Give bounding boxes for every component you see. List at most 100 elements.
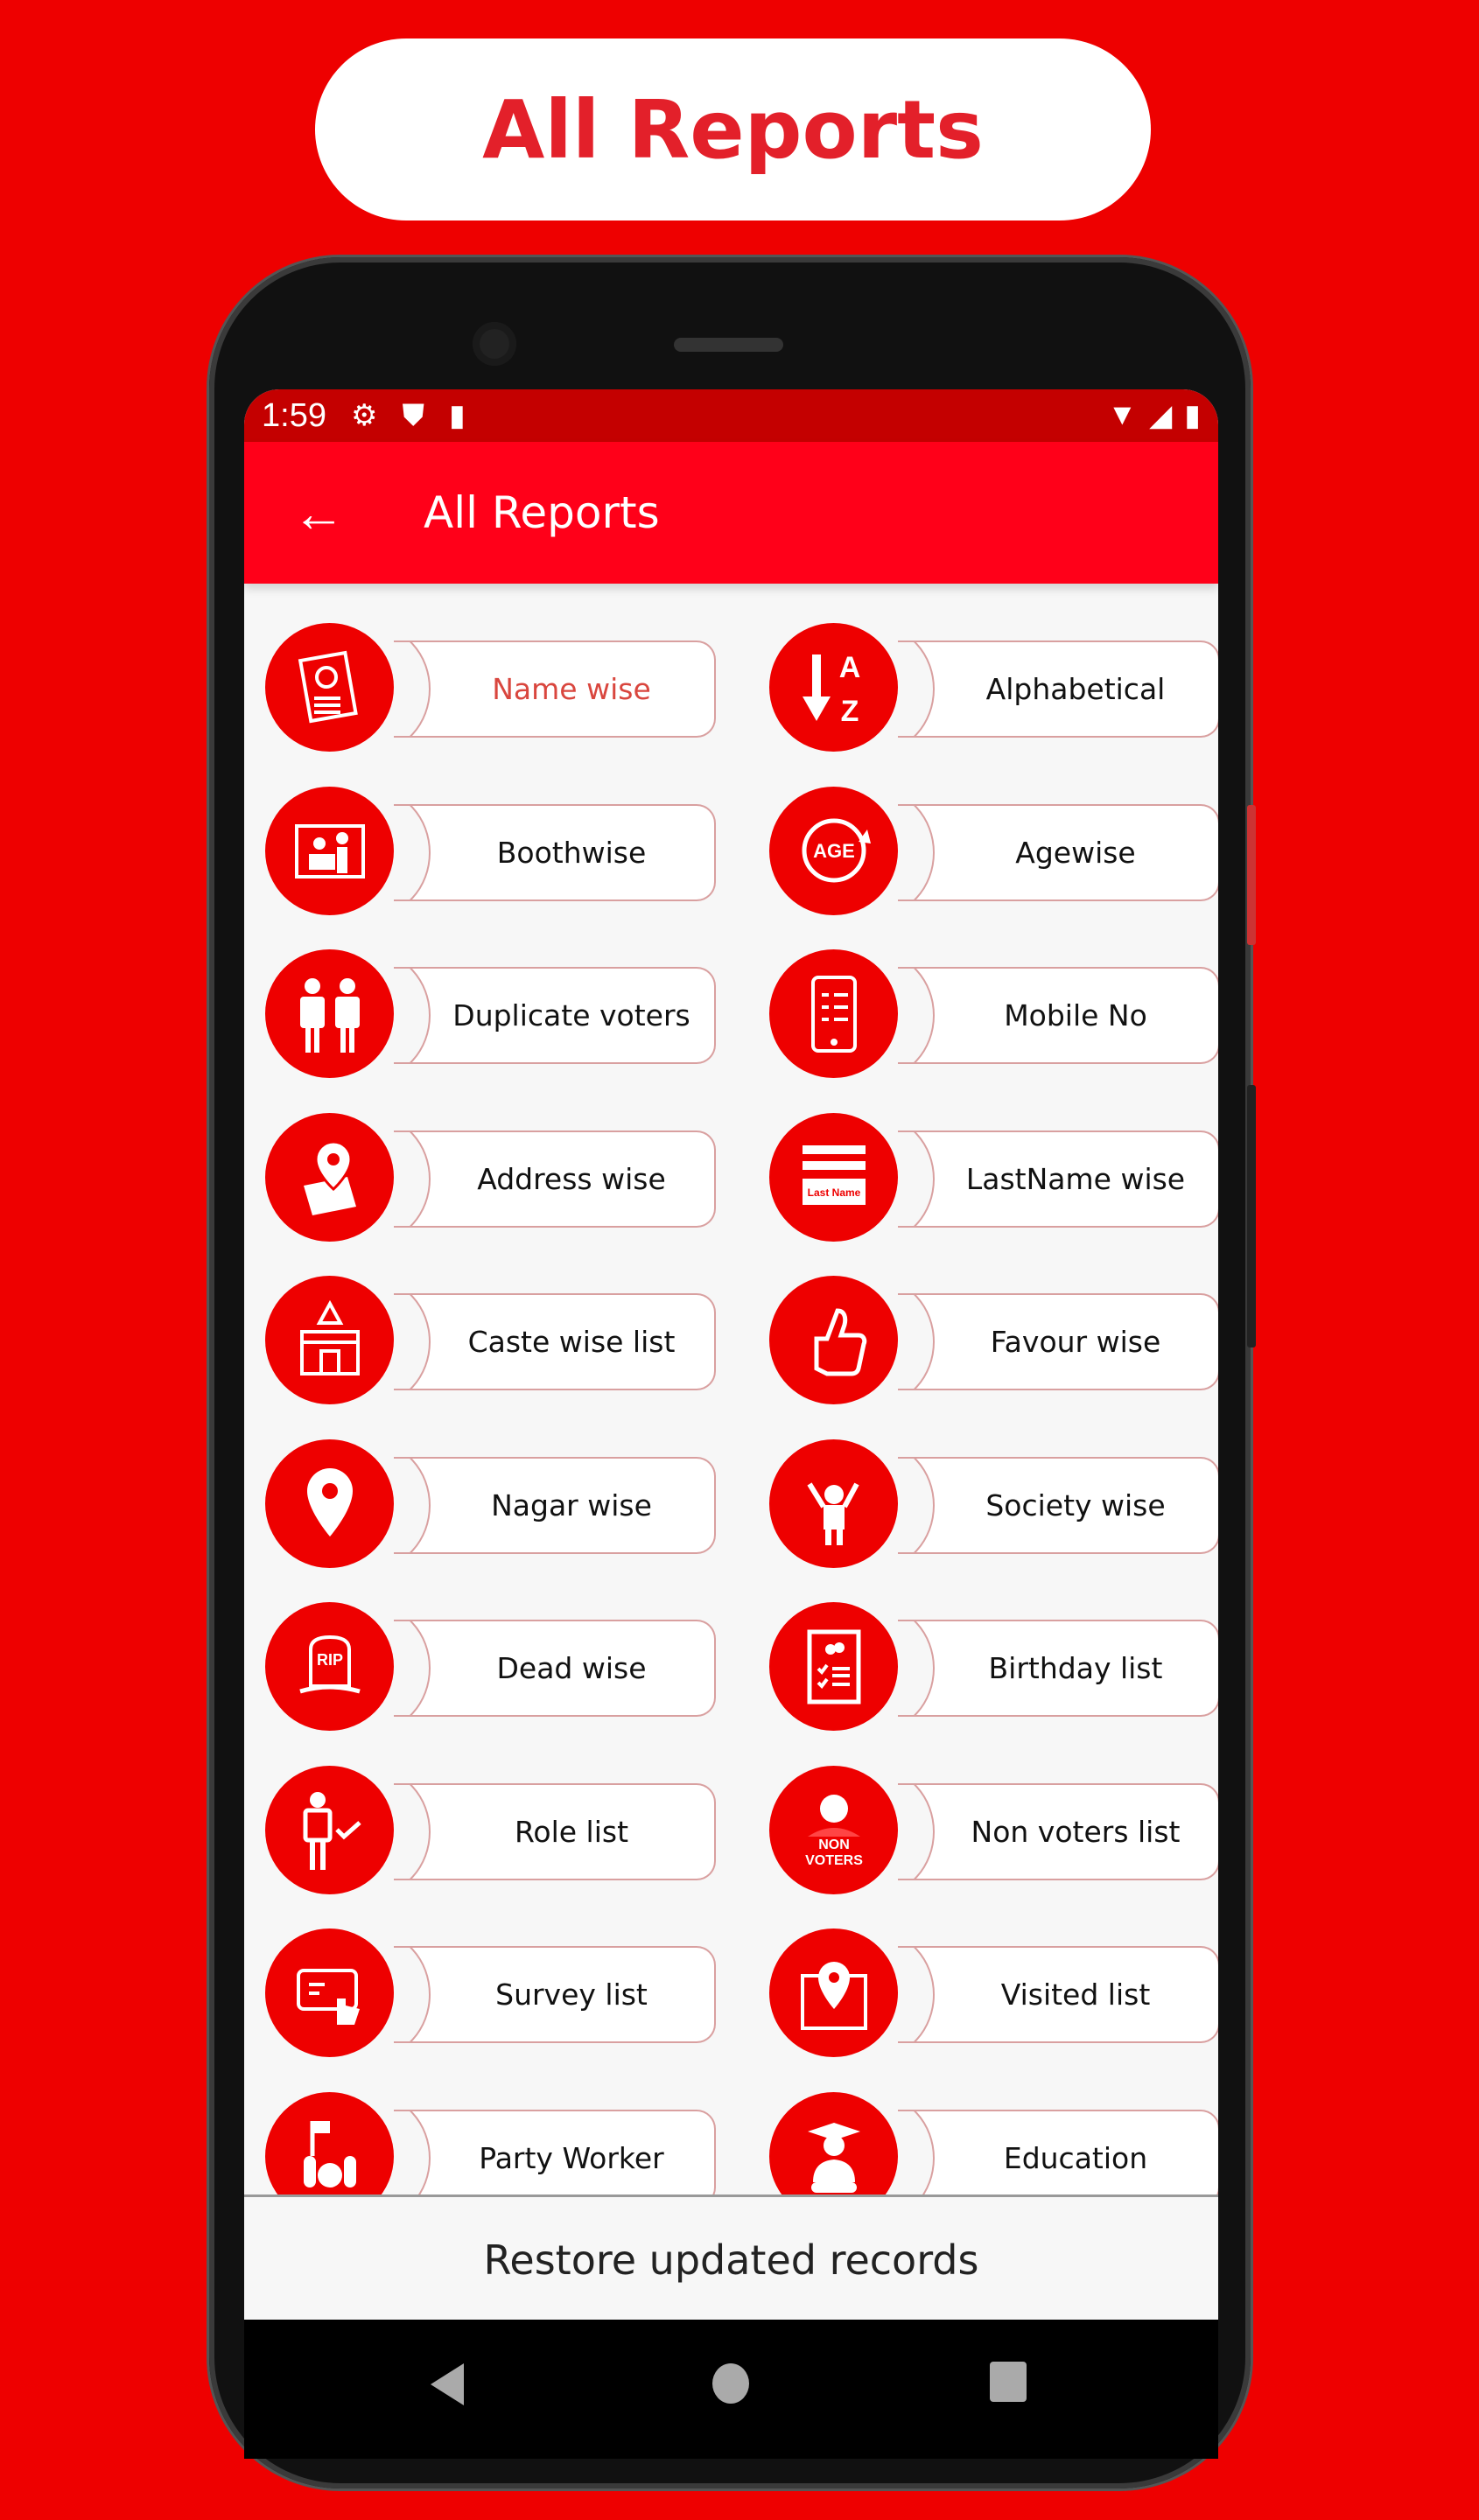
report-label-box[interactable]: Birthday list	[898, 1620, 1218, 1717]
report-item-caste-wise-list[interactable]: Caste wise list	[244, 1276, 716, 1407]
status-bar: 1:59 ⚙ ⛊ ▮ ▼ ◢ ▮	[244, 389, 1218, 442]
battery-icon: ▮	[1184, 399, 1201, 432]
banner-title: All Reports	[482, 82, 984, 177]
app-screen: 1:59 ⚙ ⛊ ▮ ▼ ◢ ▮ ← All Reports Name wise…	[244, 389, 1218, 2320]
report-label: Survey list	[495, 1978, 648, 2012]
report-label-box[interactable]: Party Worker	[394, 2109, 716, 2194]
system-nav-bar	[244, 2320, 1218, 2459]
recents-square-icon[interactable]	[990, 2362, 1027, 2402]
report-label-box[interactable]: Duplicate voters	[394, 967, 716, 1064]
thumbs-up-icon	[769, 1276, 898, 1404]
report-label-box[interactable]: Visited list	[898, 1946, 1218, 2043]
report-label-box[interactable]: Caste wise list	[394, 1293, 716, 1390]
volume-button	[1247, 805, 1256, 945]
report-item-duplicate-voters[interactable]: Duplicate voters	[244, 949, 716, 1081]
report-item-role-list[interactable]: Role list	[244, 1765, 716, 1897]
report-item-survey-list[interactable]: Survey list	[244, 1928, 716, 2060]
app-bar: ← All Reports	[244, 442, 1218, 584]
back-triangle-icon[interactable]	[431, 2363, 464, 2405]
report-label: LastName wise	[965, 1161, 1186, 1196]
two-people-icon	[265, 949, 394, 1078]
restore-updated-records-button[interactable]: Restore updated records	[244, 2194, 1218, 2320]
wifi-icon: ▼	[1107, 398, 1138, 431]
home-circle-icon[interactable]	[712, 2363, 749, 2404]
report-item-address-wise[interactable]: Address wise	[244, 1112, 716, 1244]
report-label-box[interactable]: Education	[898, 2109, 1218, 2194]
building-pin-icon	[769, 1928, 898, 2057]
map-pin-icon	[265, 1112, 394, 1242]
report-label-box[interactable]: Agewise	[898, 803, 1218, 901]
report-item-favour-wise[interactable]: Favour wise	[748, 1276, 1218, 1407]
report-item-lastname-wise[interactable]: Last Name LastName wise	[748, 1112, 1218, 1244]
icon-lettering: NON	[818, 1838, 850, 1852]
sort-az-icon: AZ	[769, 623, 898, 752]
id-card-icon	[265, 623, 394, 752]
report-label: Address wise	[477, 1161, 666, 1196]
power-button	[1247, 1085, 1256, 1348]
age-icon: AGE	[769, 786, 898, 915]
report-item-education[interactable]: Education	[748, 2091, 1218, 2194]
report-item-society-wise[interactable]: Society wise	[748, 1438, 1218, 1571]
icon-lettering: VOTERS	[805, 1853, 863, 1868]
report-label: Mobile No	[1004, 998, 1147, 1032]
report-label-box[interactable]: LastName wise	[898, 1130, 1218, 1228]
report-label: Society wise	[985, 1488, 1166, 1522]
gear-icon: ⚙	[350, 399, 378, 432]
report-label: Party Worker	[479, 2140, 664, 2175]
report-label-box[interactable]: Society wise	[898, 1456, 1218, 1554]
shield-play-icon: ⛊	[402, 398, 424, 432]
report-label-box[interactable]: Nagar wise	[394, 1456, 716, 1554]
report-label: Alphabetical	[985, 672, 1166, 706]
status-time: 1:59	[262, 396, 326, 434]
tombstone-icon: RIP	[265, 1602, 394, 1731]
report-label-box[interactable]: Dead wise	[394, 1620, 716, 1717]
report-item-visited-list[interactable]: Visited list	[748, 1928, 1218, 2060]
mobile-icon	[769, 949, 898, 1078]
icon-lettering: RIP	[316, 1651, 342, 1669]
report-label-box[interactable]: Boothwise	[394, 803, 716, 901]
report-label-box[interactable]: Alphabetical	[898, 640, 1218, 738]
banner-title-pill: All Reports	[315, 38, 1151, 220]
signal-icon: ◢	[1149, 399, 1173, 432]
report-label: Role list	[514, 1814, 629, 1849]
report-label-box[interactable]: Favour wise	[898, 1293, 1218, 1390]
report-item-alphabetical[interactable]: A Z Alphabetical	[748, 623, 1218, 754]
report-label: Education	[1003, 2140, 1148, 2175]
reports-grid: Name wise A Z Alphabetical Boothwise AGE Agewi…	[244, 584, 1218, 2194]
report-label: Visited list	[1000, 1978, 1151, 2012]
report-item-boothwise[interactable]: Boothwise	[244, 786, 716, 918]
icon-lettering: A	[838, 651, 860, 684]
report-item-party-worker[interactable]: Party Worker	[244, 2091, 716, 2194]
report-label: Dead wise	[496, 1651, 647, 1685]
report-item-non-voters-list[interactable]: NON VOTERS Non voters list	[748, 1765, 1218, 1897]
report-label-box[interactable]: Survey list	[394, 1946, 716, 2043]
arrow-left-icon[interactable]: ←	[292, 483, 345, 543]
report-label: Caste wise list	[467, 1325, 676, 1359]
restore-label: Restore updated records	[483, 2236, 979, 2284]
report-item-dead-wise[interactable]: RIP Dead wise	[244, 1602, 716, 1733]
report-item-nagar-wise[interactable]: Nagar wise	[244, 1438, 716, 1571]
report-label-box[interactable]: Role list	[394, 1782, 716, 1880]
report-label: Agewise	[1015, 835, 1136, 870]
report-label-box[interactable]: Name wise	[394, 640, 716, 738]
report-label-box[interactable]: Address wise	[394, 1130, 716, 1228]
location-pin-icon	[265, 1438, 394, 1568]
report-item-name-wise[interactable]: Name wise	[244, 623, 716, 754]
lastname-card-icon: Last Name	[769, 1112, 898, 1242]
report-item-birthday-list[interactable]: Birthday list	[748, 1602, 1218, 1733]
report-label-box[interactable]: Non voters list	[898, 1782, 1218, 1880]
report-label: Birthday list	[988, 1651, 1163, 1685]
report-label: Boothwise	[496, 835, 647, 870]
icon-lettering: AGE	[813, 840, 855, 862]
report-item-mobile-no[interactable]: Mobile No	[748, 949, 1218, 1081]
page-title: All Reports	[424, 487, 660, 538]
report-label: Nagar wise	[491, 1488, 652, 1522]
report-item-agewise[interactable]: AGE Agewise	[748, 786, 1218, 918]
speaker-grille	[674, 338, 783, 352]
report-label: Favour wise	[990, 1325, 1161, 1359]
survey-tap-icon	[265, 1928, 394, 2057]
temple-icon	[265, 1276, 394, 1404]
person-flag-icon	[769, 1438, 898, 1568]
icon-lettering: Z	[840, 695, 859, 728]
report-label-box[interactable]: Mobile No	[898, 967, 1218, 1064]
